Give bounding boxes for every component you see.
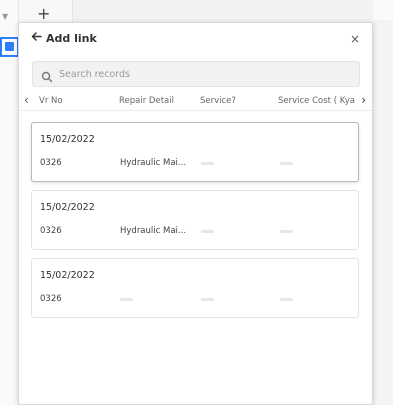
search-icon (41, 68, 53, 83)
add-link-dialog: Add link × ‹ Vr No Repair Detail Service… (18, 22, 373, 405)
empty-service-cost-placeholder (280, 298, 293, 301)
column-header-vr-no: Vr No (39, 96, 63, 106)
column-header-repair-detail: Repair Detail (119, 96, 174, 106)
record-date: 15/02/2022 (40, 134, 95, 145)
record-date: 15/02/2022 (40, 202, 95, 213)
close-icon[interactable]: × (350, 32, 360, 46)
column-header-service-cost: Service Cost ( Kya (278, 96, 355, 106)
search-input[interactable] (59, 65, 349, 83)
selected-cell[interactable] (0, 37, 19, 57)
record-repair-detail: Hydraulic Mai... (120, 158, 187, 168)
dialog-header: Add link × (19, 23, 372, 55)
search-field[interactable] (32, 61, 360, 87)
empty-service-placeholder (201, 162, 214, 165)
column-headers: ‹ Vr No Repair Detail Service? Service C… (19, 93, 372, 111)
record-vr-no: 0326 (40, 226, 62, 236)
grid-row-header-column: ▼ (0, 0, 19, 405)
empty-service-cost-placeholder (280, 162, 293, 165)
dialog-title: Add link (46, 32, 97, 45)
chevron-left-icon[interactable]: ‹ (24, 93, 29, 107)
grid-background (373, 20, 393, 405)
add-column-button[interactable]: + (37, 4, 50, 23)
record-date: 15/02/2022 (40, 270, 95, 281)
expand-record-icon[interactable] (5, 42, 14, 51)
chevron-right-icon[interactable]: › (361, 93, 366, 107)
empty-service-cost-placeholder (280, 230, 293, 233)
record-vr-no: 0326 (40, 294, 62, 304)
record-card[interactable]: 15/02/2022 0326 Hydraulic Mai... (31, 122, 359, 182)
record-list: 15/02/2022 0326 Hydraulic Mai... 15/02/2… (31, 122, 359, 326)
empty-service-placeholder (201, 298, 214, 301)
empty-repair-detail-placeholder (120, 298, 133, 301)
column-header-service: Service? (200, 96, 236, 106)
caret-down-icon[interactable]: ▼ (2, 12, 8, 21)
record-repair-detail: Hydraulic Mai... (120, 226, 187, 236)
record-card[interactable]: 15/02/2022 0326 Hydraulic Mai... (31, 190, 359, 250)
arrow-left-icon[interactable] (31, 31, 43, 45)
empty-service-placeholder (201, 230, 214, 233)
record-vr-no: 0326 (40, 158, 62, 168)
record-card[interactable]: 15/02/2022 0326 (31, 258, 359, 318)
